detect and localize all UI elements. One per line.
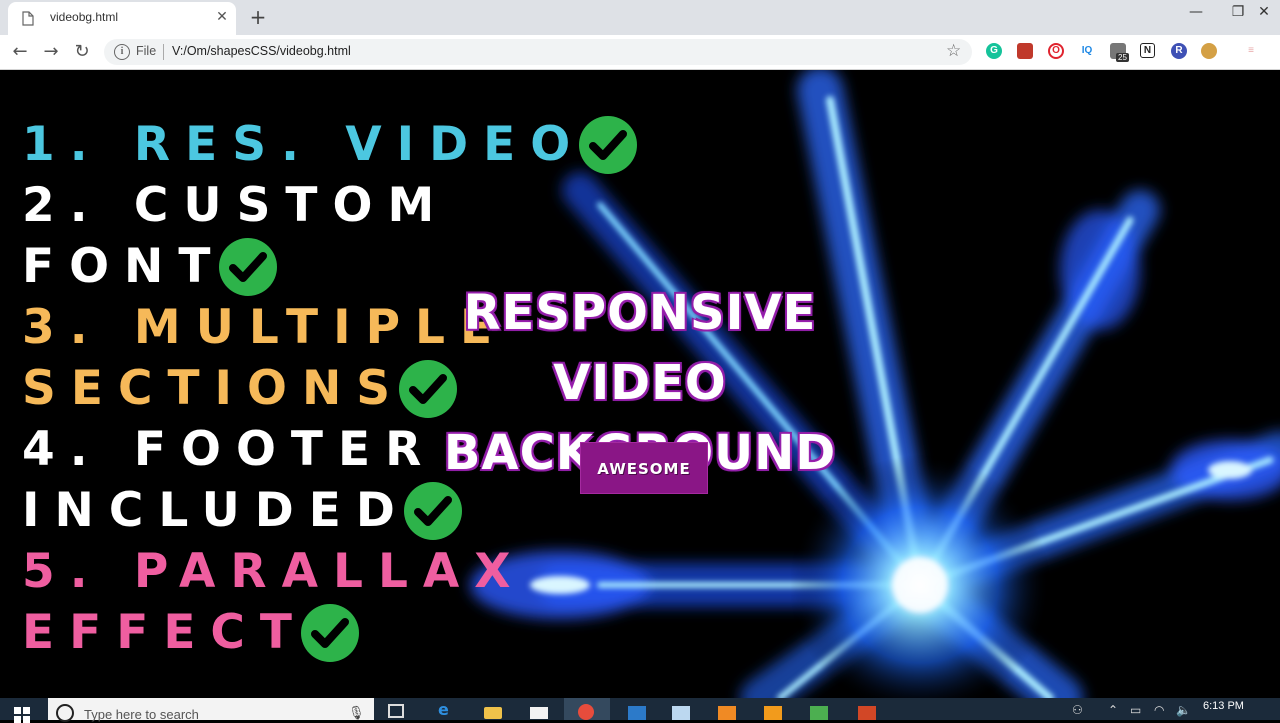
feature-line: 2. CUSTOM: [22, 175, 637, 236]
feature-text: INCLUDED: [22, 482, 410, 538]
feature-line: 1. RES. VIDEO: [22, 114, 638, 175]
feature-text: EFFECT: [22, 604, 307, 660]
taskbar-search-box[interactable]: Type here to search 🎙: [48, 698, 374, 722]
checkmark-icon: [300, 603, 359, 662]
feature-text: 1. RES. VIDEO: [22, 116, 586, 172]
video-background-page: 1. RES. VIDEO 2. CUSTOM FONT 3. MULTIPLE…: [0, 70, 1280, 698]
browser-toolbar: ← → ↻ i File V:/Om/shapesCSS/videobg.htm…: [0, 35, 1280, 69]
microphone-icon[interactable]: 🎙: [348, 706, 365, 721]
close-tab-icon[interactable]: ✕: [214, 9, 230, 25]
window-close-button[interactable]: ✕: [1244, 4, 1280, 20]
address-bar[interactable]: i File V:/Om/shapesCSS/videobg.html ☆: [104, 39, 972, 65]
clock[interactable]: 6:13 PM: [1203, 700, 1244, 712]
xampp-icon[interactable]: [718, 706, 736, 720]
vscode-icon[interactable]: [628, 706, 646, 720]
forward-button[interactable]: →: [40, 41, 62, 62]
edge-browser-icon[interactable]: e: [438, 700, 456, 719]
file-explorer-icon[interactable]: [484, 707, 502, 719]
feature-line: EFFECT: [22, 602, 637, 663]
chevron-up-icon[interactable]: ⌃: [1108, 703, 1118, 717]
new-tab-button[interactable]: +: [248, 5, 268, 29]
feature-text: SECTIONS: [22, 360, 406, 416]
volume-icon[interactable]: 🔈: [1176, 703, 1191, 717]
reload-button[interactable]: ↻: [71, 41, 93, 62]
feature-text: 2. CUSTOM: [22, 177, 450, 233]
url-text[interactable]: V:/Om/shapesCSS/videobg.html: [172, 44, 351, 58]
scheme-label: File: [136, 44, 157, 58]
feature-line: INCLUDED: [22, 480, 637, 541]
network-icon[interactable]: ▭: [1130, 703, 1141, 717]
store-icon[interactable]: [530, 707, 548, 719]
grammarly-extension-icon[interactable]: G: [986, 43, 1002, 59]
feature-text: FONT: [22, 238, 226, 294]
extension-badge: 25: [1116, 53, 1129, 62]
app-green-icon[interactable]: [810, 706, 828, 720]
cookie-extension-icon[interactable]: [1201, 43, 1217, 59]
tab-title: videobg.html: [50, 10, 119, 24]
opera-extension-icon[interactable]: O: [1048, 43, 1064, 59]
feature-text: 4. FOOTER: [22, 421, 437, 477]
wifi-icon[interactable]: ◠: [1154, 703, 1164, 717]
feature-text: 5. PARALLAX: [22, 543, 526, 599]
minimize-button[interactable]: —: [1176, 4, 1216, 20]
checkmark-icon: [579, 115, 638, 174]
hero-title-line1: RESPONSIVE VIDEO: [463, 285, 817, 411]
checkmark-icon: [219, 237, 278, 296]
feature-line: 5. PARALLAX: [22, 541, 637, 602]
tab-strip: videobg.html ✕ + — ❐ ✕: [0, 0, 1280, 35]
bookmark-star-icon[interactable]: ☆: [946, 41, 961, 61]
chrome-icon[interactable]: [578, 704, 594, 720]
r-extension-icon[interactable]: R: [1171, 43, 1187, 59]
browser-tab[interactable]: videobg.html ✕: [8, 2, 236, 35]
search-icon: [56, 704, 74, 722]
app-icon[interactable]: [672, 706, 690, 720]
sublime-icon[interactable]: [764, 706, 782, 720]
windows-taskbar: Type here to search 🎙 e ⚇ ⌃ ▭ ◠ 🔈 6:13 P…: [0, 698, 1280, 723]
iq-extension-icon[interactable]: IQ: [1077, 43, 1097, 59]
omnibox-divider: [163, 44, 164, 60]
info-icon[interactable]: i: [114, 44, 130, 60]
people-icon[interactable]: ⚇: [1072, 703, 1083, 717]
red-book-extension-icon[interactable]: [1017, 43, 1033, 59]
checkmark-icon: [403, 481, 462, 540]
task-view-icon[interactable]: [388, 704, 404, 718]
file-icon: [22, 11, 34, 26]
powerpoint-icon[interactable]: [858, 706, 876, 720]
browser-window-chrome: videobg.html ✕ + — ❐ ✕ ← → ↻ i File V:/O…: [0, 0, 1280, 70]
notion-extension-icon[interactable]: N: [1140, 43, 1155, 58]
windows-start-icon[interactable]: [14, 707, 30, 723]
awesome-button[interactable]: AWESOME: [580, 442, 708, 494]
menu-extension-icon[interactable]: ≡: [1243, 43, 1259, 59]
back-button[interactable]: ←: [9, 41, 31, 62]
